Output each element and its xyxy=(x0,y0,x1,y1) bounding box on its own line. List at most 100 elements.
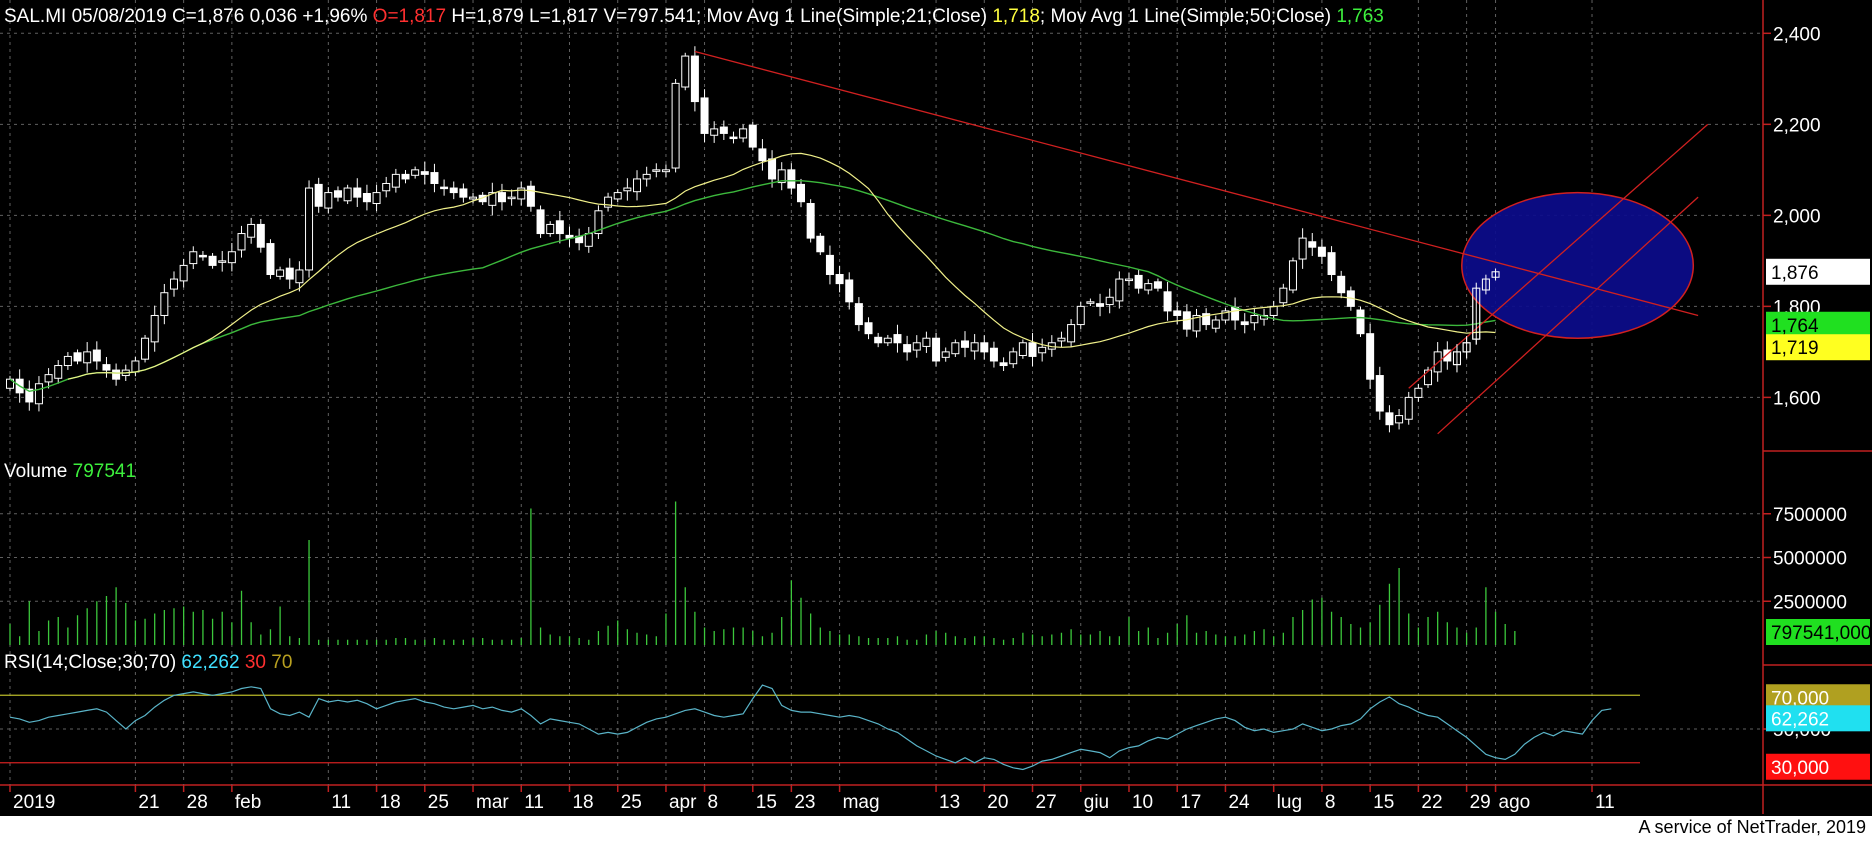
x-tick-label: 10 xyxy=(1132,792,1153,813)
candle xyxy=(102,356,111,378)
candle-body xyxy=(526,185,535,207)
volume-tick-label: 7500000 xyxy=(1773,505,1847,526)
candle-body xyxy=(1414,387,1423,398)
candle-body xyxy=(816,235,825,253)
candle-body xyxy=(960,340,969,348)
candle-body xyxy=(1231,306,1240,321)
candle xyxy=(141,334,150,363)
candle xyxy=(1105,288,1114,314)
candle-body xyxy=(555,220,564,235)
candle xyxy=(266,239,275,279)
candle-body xyxy=(1163,291,1172,312)
candle xyxy=(951,339,960,357)
candle xyxy=(497,183,506,211)
candle xyxy=(1124,272,1133,286)
hlv-values: H=1,879 L=1,817 V=797.541 xyxy=(446,6,696,27)
candle xyxy=(613,189,622,203)
price-tick-label: 2,400 xyxy=(1773,24,1821,45)
candle-body xyxy=(160,292,169,316)
candle-body xyxy=(1298,237,1307,260)
candle-body xyxy=(1327,252,1336,276)
footer-credit: A service of NetTrader, 2019 xyxy=(1638,817,1866,837)
candle xyxy=(1231,297,1240,330)
volume-tick-label: 5000000 xyxy=(1773,549,1847,570)
x-tick-label: 25 xyxy=(428,792,449,813)
candle xyxy=(1298,228,1307,269)
ma21-box: 1,764 xyxy=(1766,311,1870,338)
candle-body xyxy=(285,267,294,280)
candle xyxy=(1327,246,1336,282)
candle-body xyxy=(218,260,227,263)
x-tick-label: 8 xyxy=(708,792,719,813)
candle xyxy=(343,184,352,205)
candle-body xyxy=(44,374,53,383)
candle-body xyxy=(102,364,111,371)
candle xyxy=(179,258,188,288)
candle-body xyxy=(169,278,178,290)
candle xyxy=(1163,281,1172,321)
candle-body xyxy=(845,279,854,303)
candle-body xyxy=(1009,351,1018,365)
candle xyxy=(285,258,294,289)
candle xyxy=(941,347,950,362)
last-price-box: 1,876 xyxy=(1766,258,1870,285)
candle-body xyxy=(1028,342,1037,357)
candle-body xyxy=(391,173,400,188)
candle xyxy=(63,352,72,370)
candle-body xyxy=(1124,278,1133,282)
candle xyxy=(575,228,584,251)
candle-body xyxy=(1288,260,1297,291)
candle-body xyxy=(1038,346,1047,354)
candle-body xyxy=(276,269,285,277)
candle-body xyxy=(797,183,806,203)
candle xyxy=(970,334,979,360)
candle-body xyxy=(469,196,478,200)
candle xyxy=(324,187,333,214)
candle xyxy=(661,164,670,178)
candle xyxy=(1153,278,1162,292)
candle-body xyxy=(54,365,63,379)
candle-body xyxy=(1211,319,1220,329)
candle xyxy=(160,283,169,325)
candle-body xyxy=(343,187,352,202)
candle-body xyxy=(305,187,314,271)
candle-body xyxy=(112,369,121,380)
volume-label: Volume 797541 xyxy=(4,461,136,483)
x-tick-label: 11 xyxy=(331,792,351,813)
x-tick-label: 15 xyxy=(1373,792,1394,813)
candle xyxy=(401,170,410,184)
candle-body xyxy=(758,148,767,162)
stock-chart[interactable]: 2,4002,2002,0001,8001,600750000050000002… xyxy=(0,0,1872,844)
candle-body xyxy=(1134,274,1143,289)
x-tick-label: 20 xyxy=(987,792,1008,813)
candle-body xyxy=(825,254,834,276)
rsi-value: 62,262 xyxy=(181,652,240,673)
candle xyxy=(932,332,941,367)
candle xyxy=(440,179,449,196)
candle-body xyxy=(1115,278,1124,302)
candle xyxy=(208,253,217,269)
candle xyxy=(449,181,458,200)
candle xyxy=(333,186,342,202)
rsi-label: RSI(14;Close;30;70) 62,262 30 70 xyxy=(4,652,292,674)
candle-body xyxy=(1153,281,1162,289)
candle-body xyxy=(970,342,979,352)
candle-body xyxy=(806,203,815,239)
candle xyxy=(6,375,14,392)
candle xyxy=(247,217,256,244)
candle xyxy=(73,349,82,365)
candle xyxy=(999,357,1008,371)
candle xyxy=(1067,319,1076,348)
candle xyxy=(305,180,314,278)
candle xyxy=(34,376,43,412)
candle-body xyxy=(401,173,410,180)
candle xyxy=(642,166,651,187)
candle-body xyxy=(1356,309,1365,335)
candle xyxy=(276,266,285,280)
candle-body xyxy=(179,264,188,282)
candle xyxy=(1288,257,1297,294)
candle xyxy=(517,181,526,206)
candle xyxy=(787,163,796,195)
candle-body xyxy=(690,55,699,103)
candle-body xyxy=(189,251,198,265)
